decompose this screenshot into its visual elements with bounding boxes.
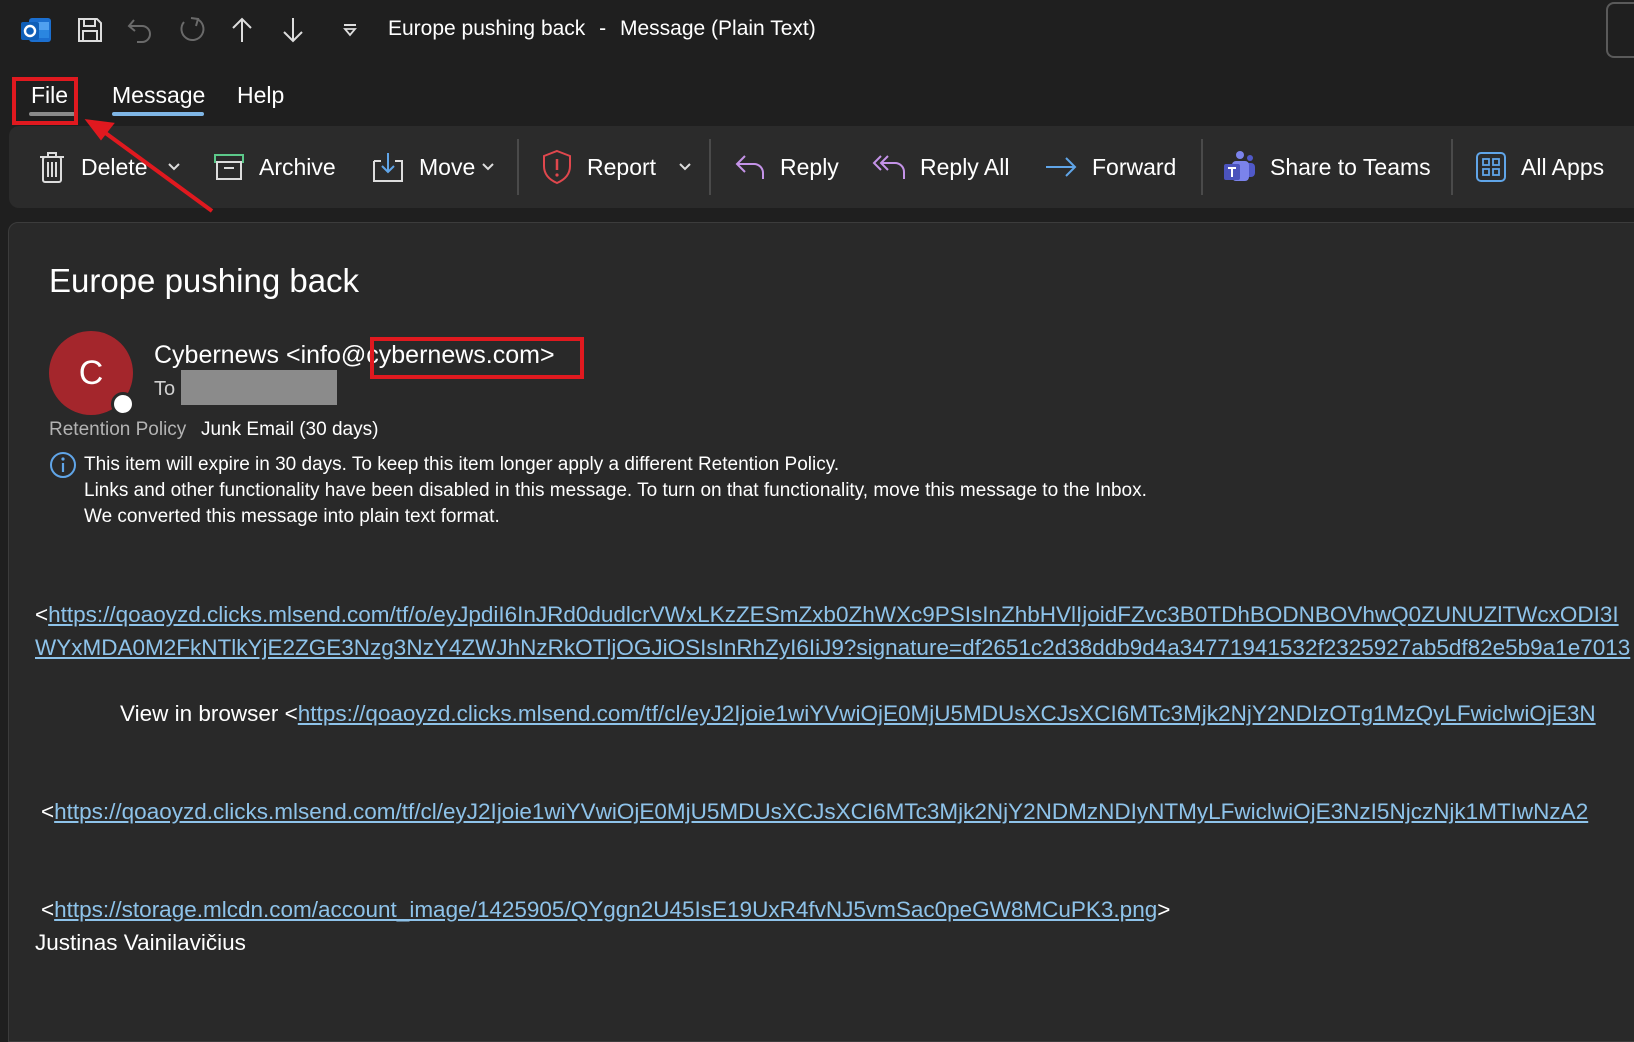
reply-icon <box>735 155 764 179</box>
apps-icon <box>1476 152 1506 182</box>
recipient-redacted <box>181 370 337 405</box>
arrow-down-icon[interactable] <box>273 10 313 50</box>
info-icon <box>49 451 77 484</box>
reply-label: Reply <box>780 153 839 180</box>
infobar-line: Links and other functionality have been … <box>84 480 1147 501</box>
outlook-icon <box>16 10 56 50</box>
body-line: <https://qoaoyzd.clicks.mlsend.com/tf/o/… <box>35 602 1619 628</box>
ribbon-separator <box>517 139 519 195</box>
reply-all-icon <box>872 155 905 179</box>
reply-button[interactable]: Reply <box>734 140 839 194</box>
avatar-initial: C <box>78 353 104 392</box>
share-to-teams-label: Share to Teams <box>1270 153 1431 180</box>
arrow-up-icon[interactable] <box>222 10 262 50</box>
reply-all-label: Reply All <box>920 153 1010 180</box>
body-bracket: < <box>35 602 49 627</box>
infobar-line: This item will expire in 30 days. To kee… <box>84 454 840 475</box>
body-link[interactable]: https://qoaoyzd.clicks.mlsend.com/tf/cl/… <box>54 799 1588 824</box>
forward-icon <box>1046 157 1077 177</box>
to-label: To <box>154 378 176 400</box>
view-in-browser-link[interactable]: https://qoaoyzd.clicks.mlsend.com/tf/cl/… <box>298 701 1596 726</box>
infobar: This item will expire in 30 days. To kee… <box>84 452 1147 530</box>
presence-indicator <box>111 392 135 416</box>
report-label: Report <box>587 153 657 180</box>
ribbon-separator <box>1451 139 1453 195</box>
tab-message[interactable]: Message <box>112 82 205 109</box>
move-button[interactable]: Move <box>371 140 495 194</box>
window-control-button[interactable] <box>1606 2 1634 58</box>
tab-help[interactable]: Help <box>237 82 284 109</box>
body-link[interactable]: https://qoaoyzd.clicks.mlsend.com/tf/o/e… <box>48 602 1618 627</box>
window-title-separator: - <box>599 17 607 40</box>
window-title: Europe pushing back - Message (Plain Tex… <box>388 17 816 41</box>
file-highlight-box <box>12 77 78 125</box>
body-bracket: < <box>41 897 55 922</box>
body-bracket: < <box>41 799 55 824</box>
ribbon-separator <box>709 139 711 195</box>
retention-policy-value[interactable]: Junk Email (30 days) <box>201 419 378 441</box>
report-button[interactable]: Report <box>541 140 692 194</box>
archive-icon <box>214 154 244 180</box>
share-to-teams-button[interactable]: Share to Teams <box>1222 140 1431 194</box>
body-line: <https://storage.mlcdn.com/account_image… <box>41 897 1170 923</box>
all-apps-button[interactable]: All Apps <box>1475 140 1604 194</box>
retention-policy-label: Retention Policy <box>49 419 187 440</box>
view-in-browser-text: View in browser < <box>120 701 298 726</box>
message-subject: Europe pushing back <box>49 262 360 299</box>
customize-icon[interactable] <box>330 10 370 50</box>
window-title-suffix: Message (Plain Text) <box>620 17 816 40</box>
body-line: <https://qoaoyzd.clicks.mlsend.com/tf/cl… <box>41 799 1588 825</box>
sender-name: Cybernews <info@ <box>154 341 367 369</box>
body-line: WYxMDA0M2FkNTlkYjE2ZGE3Nzg3NzY4ZWJhNzRkO… <box>35 635 1630 661</box>
teams-icon <box>1224 151 1255 181</box>
body-link[interactable]: WYxMDA0M2FkNTlkYjE2ZGE3Nzg3NzY4ZWJhNzRkO… <box>35 635 1630 660</box>
image-link[interactable]: https://storage.mlcdn.com/account_image/… <box>54 897 1157 922</box>
archive-label: Archive <box>259 153 336 180</box>
shield-icon <box>543 149 571 185</box>
redo-icon[interactable] <box>171 10 211 50</box>
body-line: View in browser <https://qoaoyzd.clicks.… <box>120 701 1596 727</box>
move-label: Move <box>419 153 476 180</box>
all-apps-label: All Apps <box>1521 153 1605 180</box>
domain-highlight-box <box>370 337 584 379</box>
reply-all-button[interactable]: Reply All <box>872 140 1009 194</box>
title-bar: Europe pushing back - Message (Plain Tex… <box>0 0 1634 62</box>
undo-icon[interactable] <box>120 10 160 50</box>
trash-icon <box>40 152 64 183</box>
chevron-down-icon[interactable] <box>481 162 495 172</box>
body-bracket: > <box>1157 897 1171 922</box>
move-icon <box>373 153 403 182</box>
forward-label: Forward <box>1092 153 1177 180</box>
tab-message-underline <box>112 112 204 116</box>
forward-button[interactable]: Forward <box>1044 140 1176 194</box>
window-title-subject: Europe pushing back <box>388 17 586 40</box>
chevron-down-icon[interactable] <box>678 162 692 172</box>
delete-label: Delete <box>81 153 148 180</box>
archive-button[interactable]: Archive <box>213 140 336 194</box>
chevron-down-icon[interactable] <box>167 162 181 172</box>
ribbon-separator <box>1201 139 1203 195</box>
signature: Justinas Vainilavičius <box>35 930 246 955</box>
save-icon[interactable] <box>70 10 110 50</box>
infobar-line: We converted this message into plain tex… <box>84 506 500 527</box>
delete-button[interactable]: Delete <box>37 140 181 194</box>
